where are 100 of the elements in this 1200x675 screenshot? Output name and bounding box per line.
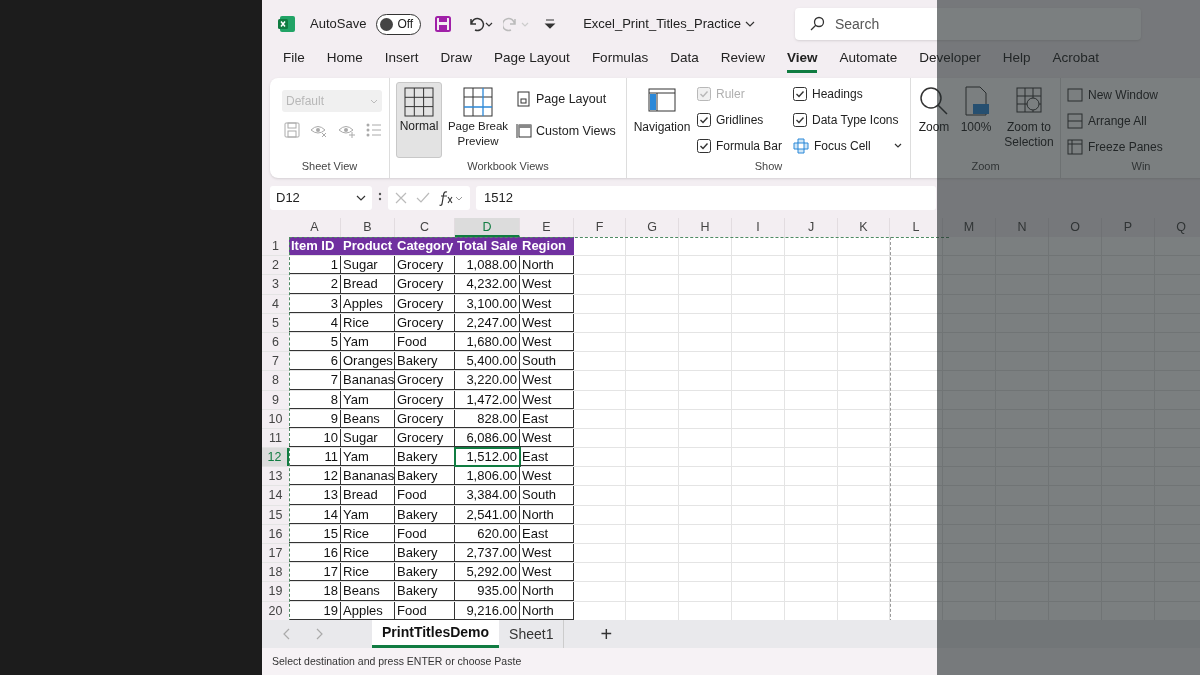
table-cell[interactable]: 7 <box>289 371 341 390</box>
table-cell[interactable]: Bakery <box>395 467 455 486</box>
row-header[interactable]: 18 <box>262 563 289 582</box>
file-name-dropdown[interactable]: Excel_Print_Titles_Practice <box>583 14 755 34</box>
window-button[interactable]: Arrange All <box>1067 112 1200 130</box>
ribbon-tab[interactable]: Data <box>670 48 699 74</box>
ribbon-tab[interactable]: Draw <box>440 48 473 74</box>
table-cell[interactable]: West <box>520 428 574 448</box>
table-cell[interactable]: West <box>520 390 574 409</box>
table-cell[interactable]: Rice <box>341 313 395 332</box>
ribbon-tab[interactable]: Review <box>720 48 765 74</box>
table-cell[interactable]: 5,292.00 <box>455 563 520 582</box>
table-cell[interactable]: 17 <box>289 563 341 582</box>
table-cell[interactable]: Bananas <box>341 467 395 486</box>
row-header[interactable]: 14 <box>262 486 289 505</box>
row-header[interactable]: 12 <box>262 448 289 467</box>
excel-logo-icon[interactable] <box>278 15 296 33</box>
row-header[interactable]: 19 <box>262 582 289 601</box>
table-cell[interactable]: Sugar <box>341 428 395 448</box>
table-cell[interactable]: North <box>520 582 574 601</box>
table-cell[interactable]: 18 <box>289 582 341 601</box>
row-header[interactable]: 17 <box>262 544 289 563</box>
table-cell[interactable]: 2,737.00 <box>455 544 520 563</box>
column-header[interactable]: D <box>455 218 520 237</box>
column-header[interactable]: F <box>574 218 626 237</box>
table-cell[interactable]: Total Sale <box>455 237 520 256</box>
table-cell[interactable]: Region <box>520 237 574 256</box>
window-button[interactable]: New Window <box>1067 86 1200 104</box>
table-cell[interactable]: East <box>520 448 574 467</box>
table-cell[interactable]: South <box>520 486 574 505</box>
column-header[interactable]: I <box>732 218 785 237</box>
table-cell[interactable]: Yam <box>341 505 395 524</box>
ribbon-tab[interactable]: View <box>786 48 818 74</box>
table-cell[interactable]: 935.00 <box>455 582 520 601</box>
table-cell[interactable]: North <box>520 601 574 620</box>
table-cell[interactable]: 2,541.00 <box>455 505 520 524</box>
ribbon-tab[interactable]: Automate <box>839 48 898 74</box>
table-cell[interactable]: West <box>520 332 574 352</box>
table-cell[interactable]: 8 <box>289 390 341 409</box>
table-cell[interactable]: Yam <box>341 448 395 467</box>
search-box[interactable]: Search <box>794 8 1141 40</box>
ribbon-tab[interactable]: Formulas <box>591 48 649 74</box>
navigation-button[interactable]: Navigation <box>631 84 693 144</box>
table-cell[interactable]: North <box>520 505 574 524</box>
table-cell[interactable]: 3,220.00 <box>455 371 520 390</box>
table-cell[interactable]: 14 <box>289 505 341 524</box>
table-cell[interactable]: 1,088.00 <box>455 256 520 275</box>
table-cell[interactable]: 9 <box>289 409 341 428</box>
table-cell[interactable]: Beans <box>341 582 395 601</box>
table-cell[interactable]: 828.00 <box>455 409 520 428</box>
caret-icon[interactable] <box>356 193 366 203</box>
table-cell[interactable]: 16 <box>289 544 341 563</box>
table-cell[interactable]: South <box>520 352 574 371</box>
table-cell[interactable]: Apples <box>341 294 395 313</box>
table-cell[interactable]: 2 <box>289 275 341 294</box>
row-header[interactable]: 13 <box>262 467 289 486</box>
column-header[interactable]: J <box>785 218 838 237</box>
table-cell[interactable]: Apples <box>341 601 395 620</box>
table-cell[interactable]: Bakery <box>395 544 455 563</box>
row-header[interactable]: 7 <box>262 352 289 371</box>
view-button[interactable]: Normal <box>396 82 442 158</box>
table-cell[interactable]: Yam <box>341 390 395 409</box>
focus-cell-button[interactable]: Focus Cell <box>793 137 871 155</box>
table-cell[interactable]: 5,400.00 <box>455 352 520 371</box>
table-cell[interactable]: Food <box>395 332 455 352</box>
table-cell[interactable]: 9,216.00 <box>455 601 520 620</box>
table-cell[interactable]: West <box>520 544 574 563</box>
table-cell[interactable]: Bakery <box>395 582 455 601</box>
table-cell[interactable]: Grocery <box>395 313 455 332</box>
table-cell[interactable]: 19 <box>289 601 341 620</box>
table-cell[interactable]: 5 <box>289 332 341 352</box>
row-header[interactable]: 8 <box>262 371 289 390</box>
ribbon-tab[interactable]: Home <box>326 48 363 74</box>
table-cell[interactable]: Food <box>395 524 455 543</box>
table-cell[interactable]: 620.00 <box>455 524 520 543</box>
table-cell[interactable]: Grocery <box>395 371 455 390</box>
table-cell[interactable]: Yam <box>341 332 395 352</box>
table-cell[interactable]: Beans <box>341 409 395 428</box>
formula-field[interactable]: 1512 <box>476 186 936 210</box>
table-cell[interactable]: 3,384.00 <box>455 486 520 505</box>
sheet-tab[interactable]: PrintTitlesDemo <box>372 620 500 648</box>
ribbon-tab[interactable]: File <box>283 48 305 74</box>
table-cell[interactable]: Bread <box>341 486 395 505</box>
row-header[interactable]: 1 <box>262 237 289 256</box>
table-cell[interactable]: Bakery <box>395 505 455 524</box>
table-cell[interactable]: Bakery <box>395 448 455 467</box>
table-cell[interactable]: West <box>520 275 574 294</box>
checkbox[interactable] <box>793 113 807 127</box>
table-cell[interactable]: Oranges <box>341 352 395 371</box>
checkbox[interactable] <box>697 139 711 153</box>
table-cell[interactable]: Item ID <box>289 237 341 256</box>
customize-icon[interactable] <box>543 17 558 31</box>
table-cell[interactable]: 15 <box>289 524 341 543</box>
table-cell[interactable]: East <box>520 409 574 428</box>
column-header[interactable]: L <box>890 218 943 237</box>
table-cell[interactable]: 1,472.00 <box>455 390 520 409</box>
table-cell[interactable]: Food <box>395 486 455 505</box>
row-header[interactable]: 3 <box>262 275 289 294</box>
undo-icon[interactable] <box>467 16 494 32</box>
save-icon[interactable] <box>435 16 452 32</box>
